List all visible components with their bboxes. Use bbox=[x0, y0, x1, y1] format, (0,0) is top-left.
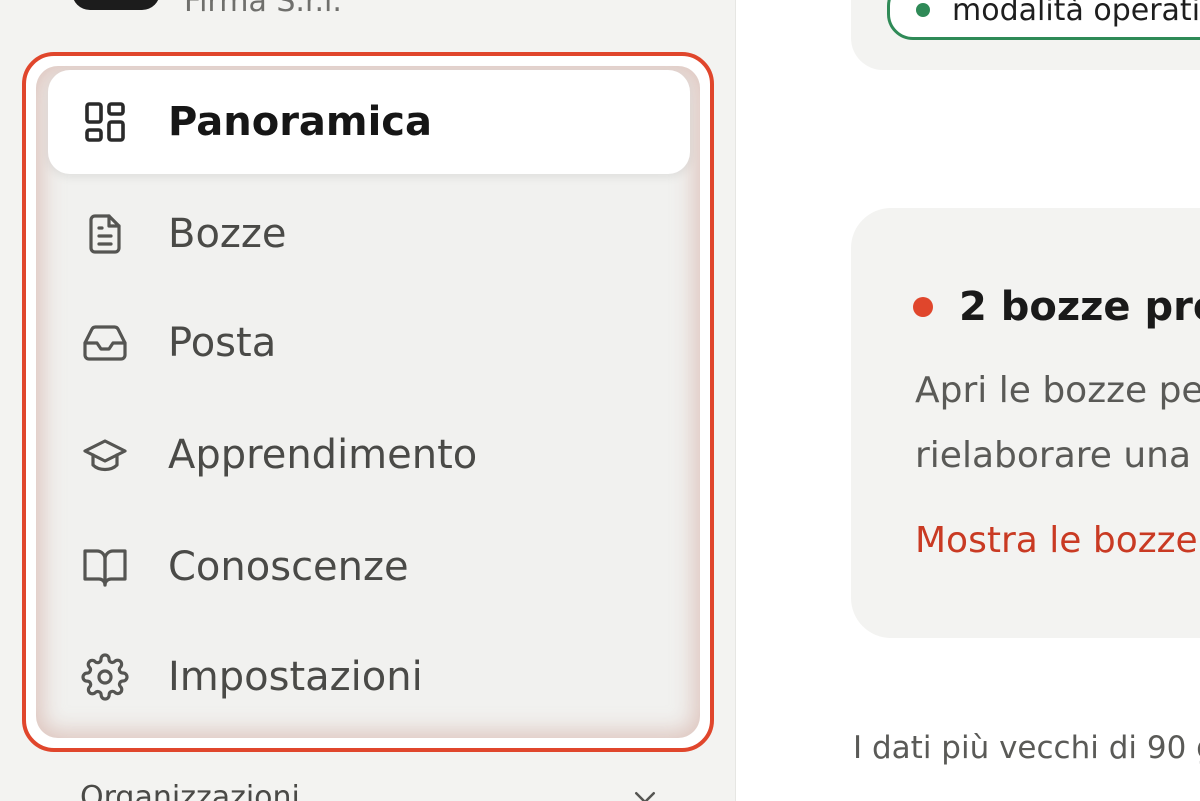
graduation-cap-icon bbox=[80, 430, 130, 480]
show-drafts-link[interactable]: Mostra le bozze bbox=[915, 520, 1198, 561]
sidebar-item-label: Posta bbox=[168, 320, 277, 366]
sidebar-item-bozze[interactable]: Bozze bbox=[48, 182, 690, 286]
alert-dot bbox=[913, 297, 933, 317]
org-name: Firma S.r.l. bbox=[184, 0, 342, 19]
sidebar-item-conoscenze[interactable]: Conoscenze bbox=[48, 515, 690, 619]
sidebar-item-panoramica[interactable]: Panoramica bbox=[48, 70, 690, 174]
drafts-desc-line-1: Apri le bozze per bbox=[915, 370, 1200, 411]
sidebar-item-posta[interactable]: Posta bbox=[48, 291, 690, 395]
mode-status-text: modalità operativa bbox=[952, 0, 1200, 28]
sidebar-item-apprendimento[interactable]: Apprendimento bbox=[48, 403, 690, 507]
drafts-card-title: 2 bozze pronte bbox=[913, 284, 1200, 330]
drafts-card: 2 bozze pronte Apri le bozze per rielabo… bbox=[851, 208, 1200, 638]
organizations-label: Organizzazioni bbox=[80, 780, 300, 801]
drafts-title-text: 2 bozze pronte bbox=[959, 284, 1200, 330]
layout-grid-icon bbox=[80, 97, 130, 147]
sidebar-item-label: Apprendimento bbox=[168, 432, 478, 478]
status-card: modalità operativa bbox=[851, 0, 1200, 70]
app-root: Firma S.r.l. Panoramica Bozze Posta Appr… bbox=[0, 0, 1200, 801]
mode-status-pill[interactable]: modalità operativa bbox=[887, 0, 1200, 40]
sidebar-item-label: Conoscenze bbox=[168, 544, 409, 590]
sidebar-item-label: Impostazioni bbox=[168, 654, 423, 700]
sidebar-item-label: Panoramica bbox=[168, 99, 433, 145]
chevron-down-icon bbox=[630, 780, 660, 801]
sidebar: Firma S.r.l. Panoramica Bozze Posta Appr… bbox=[0, 0, 736, 801]
organizations-toggle[interactable]: Organizzazioni bbox=[80, 780, 660, 801]
inbox-icon bbox=[80, 318, 130, 368]
drafts-desc-line-2: rielaborare una risposta bbox=[915, 435, 1200, 476]
book-open-icon bbox=[80, 542, 130, 592]
sidebar-item-label: Bozze bbox=[168, 211, 287, 257]
drafts-card-description: Apri le bozze per rielaborare una rispos… bbox=[915, 358, 1200, 488]
data-retention-note: I dati più vecchi di 90 giorni bbox=[853, 730, 1200, 766]
gear-icon bbox=[80, 652, 130, 702]
org-logo[interactable] bbox=[72, 0, 160, 10]
main-content: modalità operativa 2 bozze pronte Apri l… bbox=[737, 0, 1200, 801]
status-dot bbox=[916, 3, 930, 17]
document-icon bbox=[80, 209, 130, 259]
sidebar-item-impostazioni[interactable]: Impostazioni bbox=[48, 625, 690, 729]
